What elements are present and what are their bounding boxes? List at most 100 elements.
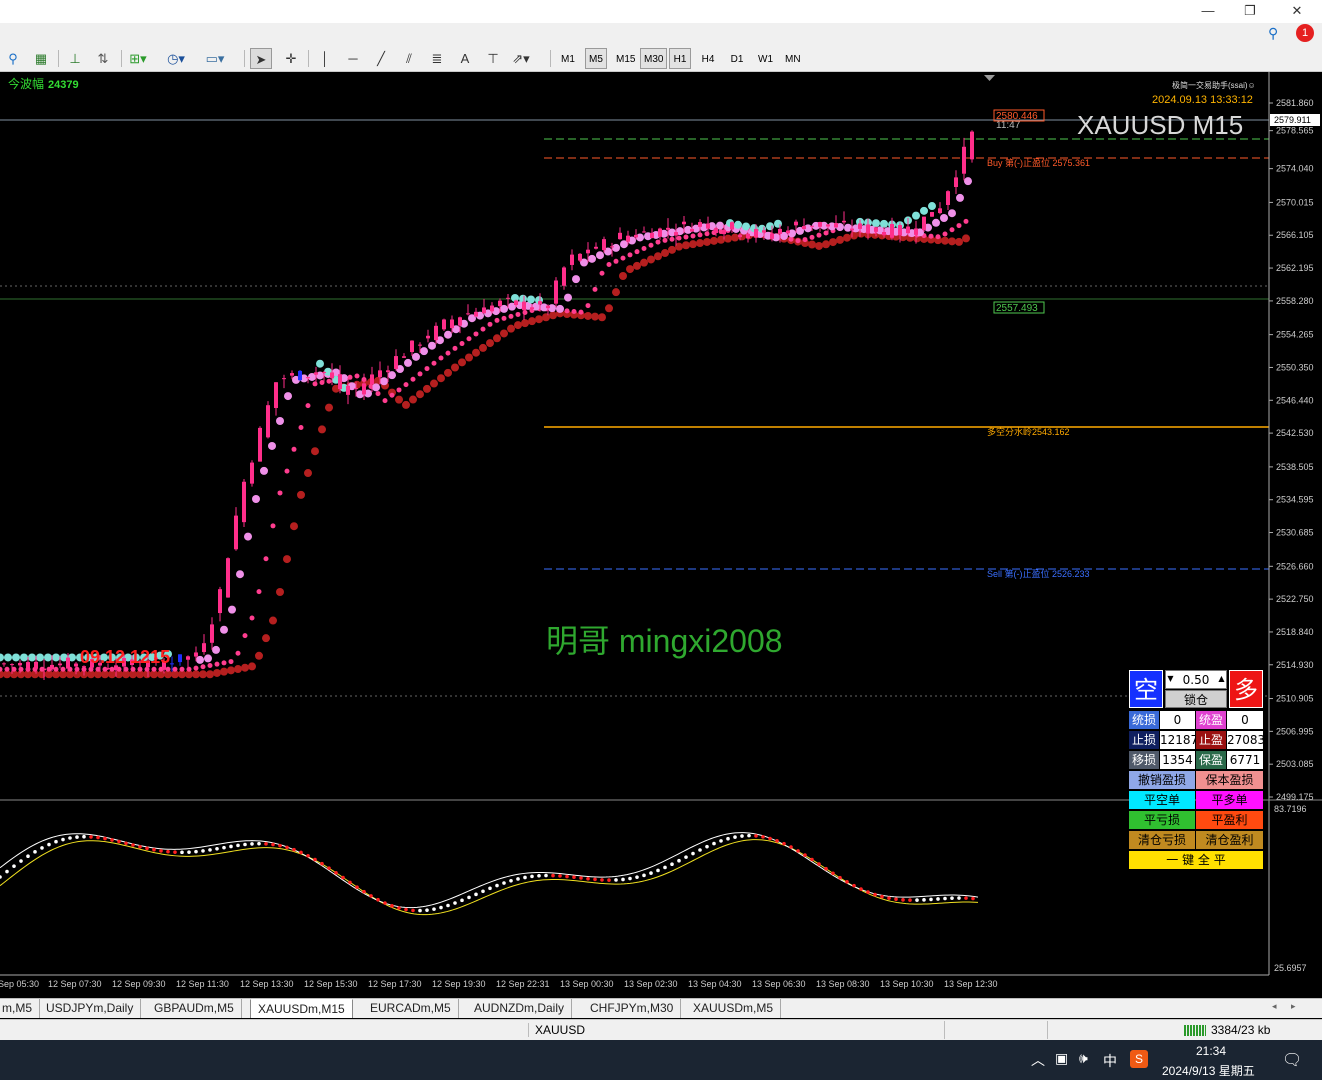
ma-dot — [612, 288, 620, 297]
timeframe-h1[interactable]: H1 — [669, 48, 691, 69]
ma-dot — [18, 666, 24, 672]
autoscroll-icon[interactable]: ⇅ — [92, 48, 114, 69]
clock-time[interactable]: 21:34 — [1196, 1044, 1226, 1058]
price-chart[interactable]: 2581.860 2578.565 2574.040 2570.015 2566.105… — [0, 72, 1322, 1000]
templates-icon[interactable]: ▭▾ — [204, 48, 226, 69]
timeframe-m15[interactable]: M15 — [612, 48, 639, 69]
timeframe-d1[interactable]: D1 — [726, 48, 748, 69]
crosshair-icon[interactable]: ✛ — [280, 48, 302, 69]
tabs-scroll-left-icon[interactable]: ◂ — [1272, 1001, 1277, 1012]
trail-field[interactable]: 1354 — [1160, 751, 1195, 769]
network-icon[interactable]: ▣ — [1055, 1050, 1068, 1067]
sl-total-field[interactable]: 0 — [1160, 711, 1195, 729]
vertical-line-icon[interactable]: │ — [314, 48, 336, 69]
timeframe-m1[interactable]: M1 — [557, 48, 579, 69]
chart-shift-icon[interactable]: ⊥ — [64, 48, 86, 69]
oscillator-dot — [684, 855, 688, 859]
tp-total-field[interactable]: 0 — [1227, 711, 1263, 729]
lot-down-icon[interactable]: ▼ — [1166, 672, 1175, 686]
candle-body — [538, 301, 542, 305]
oscillator-dot — [467, 895, 471, 900]
tab-chart-4[interactable]: EURCADm,M5 — [363, 999, 459, 1018]
tab-chart-7[interactable]: XAUUSDm,M5 — [686, 999, 782, 1018]
indicators-icon[interactable]: ⊞▾ — [127, 48, 149, 69]
notification-icon[interactable]: 1 — [1296, 24, 1314, 42]
ma-dot — [620, 255, 626, 261]
timeframe-m5[interactable]: M5 — [585, 48, 607, 69]
ma-dot — [249, 615, 255, 621]
oscillator-dot — [803, 853, 807, 857]
sell-button[interactable]: 空 — [1129, 670, 1163, 708]
tp-total-label: 统盈 — [1196, 711, 1226, 729]
oscillator-dot — [194, 849, 198, 854]
clock-date[interactable]: 2024/9/13 星期五 — [1162, 1062, 1255, 1079]
horizontal-line-icon[interactable]: ─ — [342, 48, 364, 69]
minimize-button[interactable]: — — [1198, 2, 1218, 20]
tab-chart-5[interactable]: AUDNZDm,Daily — [467, 999, 572, 1018]
restore-button[interactable]: ❐ — [1240, 2, 1260, 20]
oscillator-dot — [502, 881, 506, 885]
close-profit-button[interactable]: 平盈利 — [1196, 811, 1263, 829]
timeframe-mn[interactable]: MN — [781, 48, 805, 69]
search-icon[interactable]: ⚲ — [1268, 25, 1278, 42]
oscillator-dot — [348, 880, 352, 885]
tab-chart-1[interactable]: USDJPYm,Daily — [39, 999, 142, 1018]
timeframe-m30[interactable]: M30 — [640, 48, 668, 69]
periods-icon[interactable]: ◷▾ — [165, 48, 187, 69]
clear-profit-button[interactable]: 清仓盈利 — [1196, 831, 1263, 849]
timeframe-h4[interactable]: H4 — [697, 48, 719, 69]
text-label-icon[interactable]: ⊤ — [482, 48, 504, 69]
lock-button[interactable]: 锁仓 — [1165, 690, 1227, 708]
ma-dot — [151, 666, 157, 672]
ma-dot — [940, 214, 948, 223]
ma-dot — [241, 663, 249, 672]
timeframe-w1[interactable]: W1 — [754, 48, 777, 69]
tray-expand-icon[interactable]: ︿ — [1031, 1050, 1045, 1070]
arrows-icon[interactable]: ⇗▾ — [510, 48, 532, 69]
clear-loss-button[interactable]: 清仓亏损 — [1129, 831, 1195, 849]
fibonacci-icon[interactable]: ≣ — [426, 48, 448, 69]
ma-dot — [213, 668, 221, 677]
close-all-button[interactable]: 一 键 全 平 — [1129, 851, 1263, 869]
close-short-button[interactable]: 平空单 — [1129, 791, 1195, 809]
text-icon[interactable]: A — [454, 48, 476, 69]
candle-body — [178, 654, 182, 663]
buy-button[interactable]: 多 — [1229, 670, 1263, 708]
ma-dot — [255, 651, 263, 660]
close-loss-button[interactable]: 平亏损 — [1129, 811, 1195, 829]
cursor-icon[interactable]: ➤ — [250, 48, 272, 69]
breakeven-field[interactable]: 6771 — [1227, 751, 1263, 769]
breakeven-button[interactable]: 保本盈损 — [1196, 771, 1263, 789]
sl-field[interactable]: 12187 — [1160, 731, 1198, 749]
tab-chart-0[interactable]: m,M5 — [0, 999, 40, 1018]
tile-windows-icon[interactable]: ▦ — [30, 48, 52, 69]
ma-dot — [704, 231, 710, 237]
tab-chart-3[interactable]: XAUUSDm,M15 — [250, 999, 353, 1018]
oscillator-dot — [544, 873, 548, 878]
breakeven-label: 保盈 — [1196, 751, 1226, 769]
lot-up-icon[interactable]: ▲ — [1217, 672, 1226, 686]
oscillator-dot — [943, 896, 947, 901]
equidistant-channel-icon[interactable]: ⫽ — [398, 48, 420, 69]
tp-field[interactable]: 27083 — [1227, 731, 1265, 749]
close-long-button[interactable]: 平多单 — [1196, 791, 1263, 809]
ime-app-icon[interactable]: S — [1130, 1050, 1148, 1068]
oscillator-dot — [460, 898, 464, 903]
ma-dot — [412, 352, 420, 361]
oscillator-dot — [593, 877, 597, 882]
oscillator-dot — [796, 849, 800, 853]
oscillator-dot — [705, 844, 709, 849]
volume-icon[interactable]: 🕪 — [1079, 1050, 1088, 1067]
tab-chart-2[interactable]: GBPAUDm,M5 — [147, 999, 242, 1018]
cancel-sltp-button[interactable]: 撤销盈损 — [1129, 771, 1195, 789]
os-taskbar: ︿ ▣ 🕪 中 S 21:34 2024/9/13 星期五 🗨 — [0, 1040, 1322, 1080]
tab-chart-6[interactable]: CHFJPYm,M30 — [583, 999, 682, 1018]
symbol-title: XAUUSD M15 — [1077, 110, 1243, 140]
trendline-icon[interactable]: ╱ — [370, 48, 392, 69]
ime-indicator[interactable]: 中 — [1103, 1051, 1117, 1071]
oscillator-dot — [320, 861, 324, 866]
close-button[interactable]: ✕ — [1287, 2, 1307, 20]
tabs-scroll-right-icon[interactable]: ▸ — [1291, 1001, 1296, 1012]
zoom-icon[interactable]: ⚲ — [2, 48, 24, 69]
notification-center-icon[interactable]: 🗨 — [1282, 1050, 1302, 1070]
